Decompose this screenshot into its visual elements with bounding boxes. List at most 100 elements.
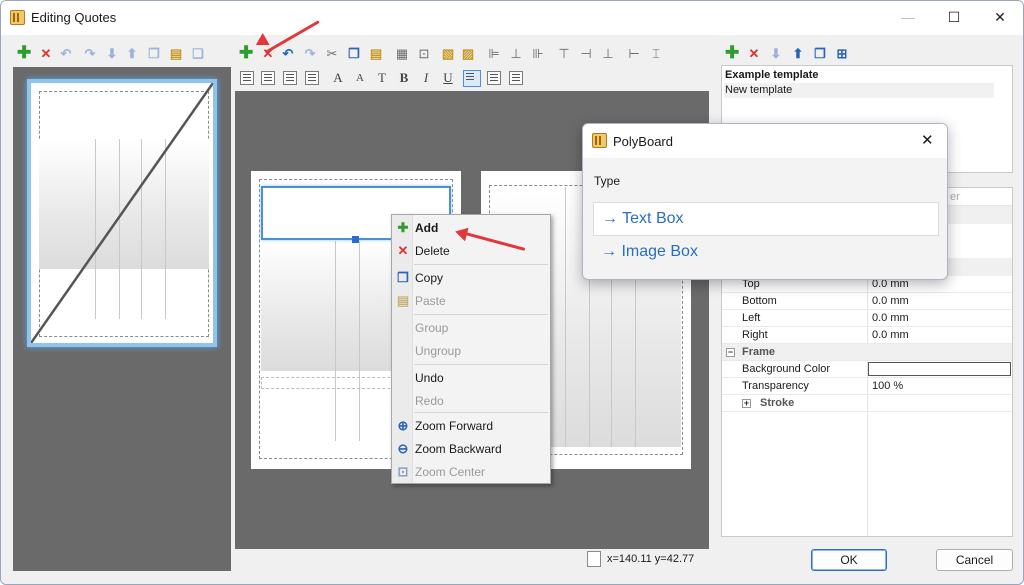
redo-icon[interactable]: ↷ (83, 47, 97, 61)
property-row-stroke[interactable]: + Stroke (722, 395, 1012, 412)
redo-icon[interactable]: ↷ (303, 47, 317, 61)
text-box-option[interactable]: → Text Box (593, 202, 939, 236)
property-value[interactable]: 100 % (872, 378, 903, 395)
bold-icon[interactable]: B (397, 71, 411, 85)
cut-icon[interactable]: ✂ (325, 47, 339, 61)
font-shrink-icon[interactable]: A (353, 71, 367, 85)
copy-icon[interactable]: ❐ (147, 47, 161, 61)
page-1-column-line (335, 241, 336, 441)
delete-icon[interactable]: ✕ (39, 47, 53, 61)
menu-item-paste[interactable]: ▤ Paste (392, 290, 550, 312)
same-height-icon[interactable]: ⌶ (649, 47, 663, 61)
ungroup-icon[interactable]: ⊡ (417, 47, 431, 61)
arrow-right-icon: → (602, 210, 618, 227)
menu-item-label: Copy (415, 271, 444, 285)
layout-3-icon[interactable] (509, 71, 523, 85)
italic-icon[interactable]: I (419, 71, 433, 85)
align-right-icon[interactable]: ⊪ (531, 47, 545, 61)
text-align-right-icon[interactable] (283, 71, 297, 85)
export-template-icon[interactable]: ⊞ (835, 47, 849, 61)
add-icon[interactable]: ✚ (17, 44, 31, 61)
same-width-icon[interactable]: ⊢ (627, 47, 641, 61)
menu-item-label: Zoom Center (415, 465, 486, 479)
coordinates-readout: x=140.11 y=42.77 (607, 553, 695, 565)
editor-toolbar: ✚ ✕ ↶ ↷ ✂ ❐ ▤ ▦ ⊡ ▧ ▨ ⊫ ⊥ ⊪ ⊤ ⊣ ⊥ ⊢ ⌶ (235, 44, 709, 67)
minimize-button[interactable]: — (885, 1, 931, 33)
menu-item-zoom-backward[interactable]: ⊖ Zoom Backward (392, 438, 550, 460)
bring-forward-icon[interactable]: ▧ (441, 47, 455, 61)
menu-item-zoom-forward[interactable]: ⊕ Zoom Forward (392, 415, 550, 437)
send-backward-icon[interactable]: ▨ (461, 47, 475, 61)
cancel-button[interactable]: Cancel (936, 549, 1013, 571)
text-align-left-icon[interactable] (240, 71, 254, 85)
menu-item-label: Zoom Forward (415, 419, 494, 433)
move-up-icon[interactable]: ⬆ (791, 47, 805, 61)
undo-icon[interactable]: ↶ (281, 47, 295, 61)
property-row-right[interactable]: Right 0.0 mm (722, 327, 1012, 344)
zoom-center-icon: ⊡ (397, 464, 409, 479)
background-color-swatch[interactable] (868, 362, 1011, 376)
text-justify-icon[interactable] (305, 71, 319, 85)
thumbnail-diagonal (31, 83, 213, 343)
layout-2-icon[interactable] (487, 71, 501, 85)
text-align-center-icon[interactable] (261, 71, 275, 85)
paste-icon[interactable]: ▤ (369, 47, 383, 61)
property-row-left[interactable]: Left 0.0 mm (722, 310, 1012, 327)
maximize-button[interactable]: ☐ (931, 1, 977, 33)
template-list-item[interactable]: Example template (724, 68, 994, 83)
align-top-icon[interactable]: ⊤ (557, 47, 571, 61)
copy-template-icon[interactable]: ❐ (813, 47, 827, 61)
page-2-column-line (565, 187, 566, 447)
resize-handle[interactable] (352, 236, 359, 243)
expand-icon[interactable]: + (742, 399, 751, 408)
property-row-frame[interactable]: − Frame (722, 344, 1012, 361)
underline-icon[interactable]: U (441, 71, 455, 85)
menu-item-undo[interactable]: Undo (392, 367, 550, 389)
group-icon[interactable]: ▦ (395, 47, 409, 61)
thumbnail-page[interactable] (27, 79, 217, 347)
add-template-icon[interactable]: ✚ (725, 44, 739, 61)
popup-close-button[interactable]: ✕ (921, 131, 934, 149)
menu-item-zoom-center[interactable]: ⊡ Zoom Center (392, 461, 550, 483)
property-value[interactable]: 0.0 mm (872, 293, 909, 310)
popup-title-bar: PolyBoard ✕ (583, 124, 947, 158)
property-row-transparency[interactable]: Transparency 100 % (722, 378, 1012, 395)
menu-item-group[interactable]: Group (392, 317, 550, 339)
collapse-icon[interactable]: − (726, 348, 735, 357)
align-middle-icon[interactable]: ⊣ (579, 47, 593, 61)
move-down-icon[interactable]: ⬇ (105, 47, 119, 61)
delete-template-icon[interactable]: ✕ (747, 47, 761, 61)
popup-title: PolyBoard (613, 134, 673, 149)
close-button[interactable]: ✕ (977, 1, 1023, 33)
align-center-icon[interactable]: ⊥ (509, 47, 523, 61)
menu-item-ungroup[interactable]: Ungroup (392, 340, 550, 362)
menu-item-redo[interactable]: Redo (392, 390, 550, 412)
property-value[interactable]: 0.0 mm (872, 327, 909, 344)
property-row-background-color[interactable]: Background Color (722, 361, 1012, 378)
font-grow-icon[interactable]: A (331, 71, 345, 85)
page-icon (587, 551, 601, 567)
undo-icon[interactable]: ↶ (59, 47, 73, 61)
zoom-in-icon: ⊕ (397, 418, 409, 433)
move-down-icon[interactable]: ⬇ (769, 47, 783, 61)
menu-separator (414, 314, 548, 315)
align-left-icon[interactable]: ⊫ (487, 47, 501, 61)
arrow-right-icon: → (601, 243, 617, 260)
add-icon[interactable]: ✚ (239, 44, 253, 61)
font-icon[interactable]: T (375, 71, 389, 85)
property-value[interactable]: 0.0 mm (872, 310, 909, 327)
move-up-icon[interactable]: ⬆ (125, 47, 139, 61)
align-bottom-icon[interactable]: ⊥ (601, 47, 615, 61)
paste-icon[interactable]: ▤ (169, 47, 183, 61)
copy-icon[interactable]: ❐ (347, 47, 361, 61)
property-row-bottom[interactable]: Bottom 0.0 mm (722, 293, 1012, 310)
image-box-option[interactable]: → Image Box (593, 236, 939, 270)
menu-item-delete[interactable]: ✕ Delete (392, 240, 550, 262)
template-list-item[interactable]: New template (724, 83, 994, 98)
menu-item-copy[interactable]: ❐ Copy (392, 267, 550, 289)
layout-1-icon[interactable] (463, 70, 481, 87)
duplicate-icon[interactable]: ❏ (191, 47, 205, 61)
menu-item-label: Ungroup (415, 344, 462, 358)
menu-item-label: Delete (415, 244, 450, 258)
ok-button[interactable]: OK (811, 549, 887, 571)
